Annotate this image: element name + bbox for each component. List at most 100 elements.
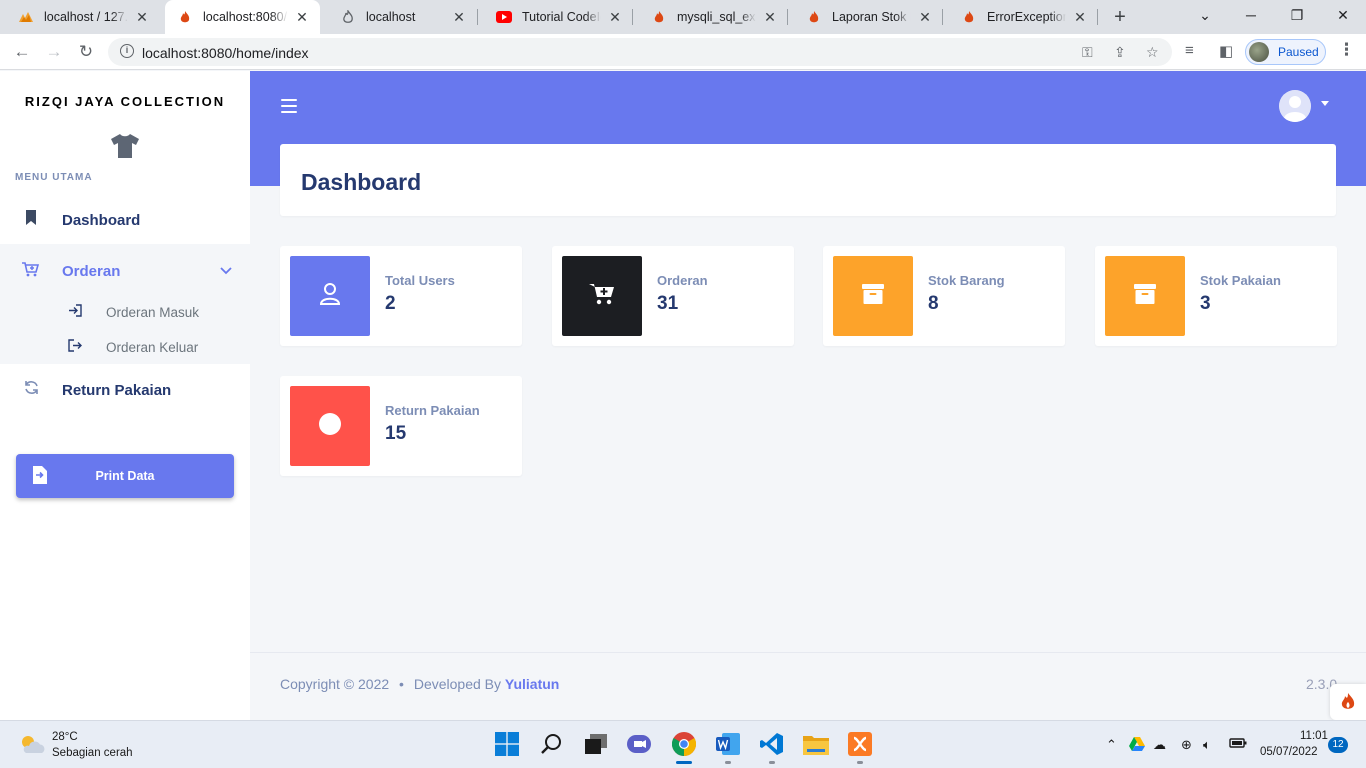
vscode-icon[interactable] [759,731,785,757]
close-icon[interactable]: ✕ [451,9,467,26]
tab-title: Laporan Stok Barang [832,10,911,24]
sidebar-item-label: Orderan [62,263,121,280]
tab-title: ErrorException [987,10,1066,24]
file-explorer-icon[interactable] [803,731,829,757]
sidebar-subitem-orderan-keluar[interactable]: Orderan Keluar [0,333,250,363]
clock-time[interactable]: 11:01 [1300,730,1328,742]
bookmark-icon [22,210,40,230]
browser-tab[interactable]: Laporan Stok Barang ✕ [788,0,943,34]
hamburger-menu-icon[interactable] [281,99,297,113]
refresh-icon [22,380,40,400]
developed-by-text: Developed By [413,676,502,692]
weather-temperature[interactable]: 28°C [52,731,78,743]
side-panel-icon[interactable]: ◧ [1219,42,1233,60]
notification-count-badge[interactable]: 12 [1328,737,1348,753]
browser-tab[interactable]: mysqli_sql_exception ✕ [633,0,788,34]
volume-icon[interactable]: 🔈︎ [1203,737,1211,753]
profile-button[interactable]: Paused [1245,39,1326,65]
browser-tab-active[interactable]: localhost:8080/home/index ✕ [165,0,320,34]
close-icon[interactable]: ✕ [294,9,310,26]
clock-date[interactable]: 05/07/2022 [1260,746,1318,758]
task-view-icon[interactable] [583,731,609,757]
key-icon[interactable]: ⚿ [1082,44,1093,61]
sidebar-item-return-pakaian[interactable]: Return Pakaian [0,366,250,414]
user-menu-caret-icon[interactable] [1321,101,1329,106]
sidebar-item-orderan[interactable]: Orderan [0,247,250,295]
tab-search-icon[interactable]: ⌄ [1182,0,1228,34]
footer-copyright: Copyright © 2022 • Developed By Yuliatun [280,676,559,692]
more-menu-icon[interactable]: ⋮ [1338,40,1355,60]
forward-button[interactable]: → [42,40,66,64]
tab-title: mysqli_sql_exception [677,10,756,24]
stat-icon-box [833,256,913,336]
close-icon[interactable]: ✕ [917,9,933,26]
flame-icon [177,9,193,25]
running-app-indicator [769,761,775,764]
flame-icon [340,9,356,25]
page-title: Dashboard [301,169,422,195]
sign-out-icon [68,339,82,355]
minimize-button[interactable]: ─ [1228,0,1274,34]
reload-button[interactable]: ↻ [74,40,98,64]
menu-section-title: MENU UTAMA [15,172,93,183]
page-title-card: Dashboard [280,144,1336,216]
word-icon[interactable] [715,731,741,757]
archive-icon [1134,283,1156,309]
close-window-button[interactable]: ✕ [1320,0,1366,34]
stat-card-orderan: Orderan 31 [552,246,794,346]
new-tab-button[interactable]: + [1108,5,1132,29]
user-avatar-icon[interactable] [1279,90,1311,122]
battery-icon[interactable] [1229,737,1247,752]
address-bar[interactable]: i localhost:8080/home/index ⚿ ⇪ ☆ [108,38,1172,66]
browser-tab[interactable]: Tutorial CodeIgniter ✕ [478,0,633,34]
flame-icon [651,9,667,25]
codeigniter-debug-toolbar-icon[interactable] [1330,684,1366,720]
tab-title: localhost [366,10,416,24]
print-data-button[interactable]: Print Data [16,454,234,498]
sidebar-subitem-orderan-masuk[interactable]: Orderan Masuk [0,298,250,328]
cart-plus-icon [589,282,615,311]
cloud-sync-icon[interactable]: ☁ [1153,737,1166,753]
stat-label: Stok Barang [928,273,1005,288]
site-info-icon[interactable]: i [120,44,134,58]
browser-tab[interactable]: localhost ✕ [322,0,477,34]
share-icon[interactable]: ⇪ [1114,44,1126,61]
close-icon[interactable]: ✕ [762,9,778,26]
bookmark-star-icon[interactable]: ☆ [1146,44,1159,61]
flame-icon [961,9,977,25]
tab-title: Tutorial CodeIgniter [522,10,601,24]
xampp-icon[interactable] [847,731,873,757]
address-url[interactable]: localhost:8080/home/index [142,45,309,61]
stat-value: 2 [385,293,396,314]
close-icon[interactable]: ✕ [1072,9,1088,26]
active-app-indicator [676,761,692,764]
teams-chat-icon[interactable] [626,731,652,757]
restore-button[interactable]: ❐ [1274,0,1320,34]
reading-list-icon[interactable]: ≡ [1185,42,1194,59]
partly-cloudy-icon[interactable] [18,733,46,760]
stat-value: 3 [1200,293,1211,314]
windows-start-icon[interactable] [494,731,520,757]
sign-in-icon [68,304,82,320]
footer-divider [250,652,1366,653]
weather-description[interactable]: Sebagian cerah [52,747,133,759]
back-button[interactable]: ← [10,40,34,64]
stat-card-stok-pakaian: Stok Pakaian 3 [1095,246,1337,346]
google-drive-icon[interactable] [1129,737,1145,754]
sidebar-group-orderan: Orderan Orderan Masuk Orderan Keluar [0,244,250,364]
author-link[interactable]: Yuliatun [505,676,559,692]
tshirt-icon [110,133,140,164]
globe-icon[interactable]: ⊕ [1181,737,1192,753]
show-hidden-icons-icon[interactable]: ⌃ [1106,737,1117,753]
brand-name[interactable]: RIZQI JAYA COLLECTION [0,94,250,109]
close-icon[interactable]: ✕ [607,9,623,26]
browser-tab[interactable]: ErrorException ✕ [943,0,1098,34]
circle-icon [319,412,341,440]
chevron-down-icon[interactable] [220,262,232,280]
archive-icon [862,283,884,309]
browser-tab[interactable]: localhost / 127.0.0 ✕ [0,0,160,34]
sidebar-item-dashboard[interactable]: Dashboard [0,196,250,244]
search-icon[interactable] [539,731,565,757]
close-icon[interactable]: ✕ [134,9,150,26]
chrome-icon[interactable] [671,731,697,757]
